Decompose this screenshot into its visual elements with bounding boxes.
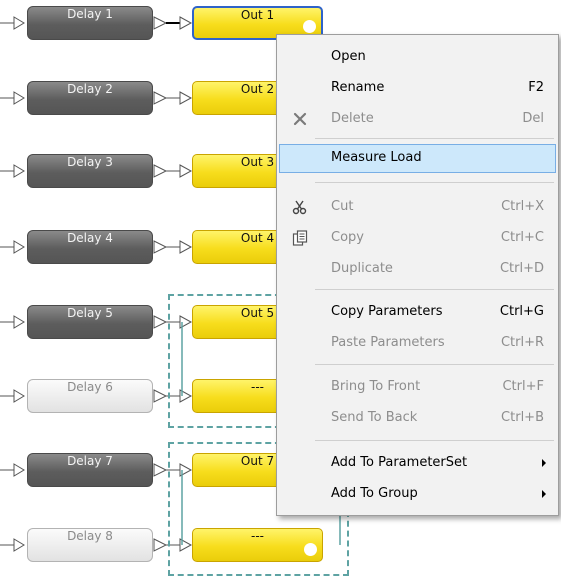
menu-separator <box>315 289 554 290</box>
copy-icon <box>292 230 308 246</box>
input-port-icon <box>13 240 25 254</box>
output-port-icon <box>153 164 168 178</box>
menu-item-duplicate[interactable]: Duplicate Ctrl+D <box>279 255 556 284</box>
block-label: --- <box>251 529 264 543</box>
output-block[interactable]: --- <box>192 528 323 562</box>
menu-item-label: Copy Parameters <box>331 304 443 319</box>
menu-item-copy-parameters[interactable]: Copy Parameters Ctrl+G <box>279 298 556 327</box>
delay-block[interactable]: Delay 1 <box>27 6 153 40</box>
menu-item-label: Send To Back <box>331 410 418 425</box>
block-label: Out 7 <box>240 454 275 468</box>
menu-item-shortcut: Ctrl+R <box>500 335 544 350</box>
menu-item-label: Add To ParameterSet <box>331 455 468 470</box>
output-port-icon <box>153 240 168 254</box>
delay-block[interactable]: Delay 5 <box>27 305 153 339</box>
delay-block[interactable]: Delay 4 <box>27 230 153 264</box>
menu-item-shortcut: Ctrl+G <box>499 304 544 319</box>
output-port-icon <box>153 16 168 30</box>
menu-separator <box>315 182 554 183</box>
menu-item-shortcut: Ctrl+B <box>501 410 544 425</box>
scissors-icon <box>292 200 307 215</box>
input-port-icon <box>179 164 193 178</box>
block-label: Out 4 <box>240 231 275 245</box>
submenu-arrow-icon <box>542 459 546 467</box>
block-label: Out 3 <box>240 155 275 169</box>
menu-item-label: Add To Group <box>331 486 418 501</box>
block-label: Out 2 <box>240 82 275 96</box>
menu-item-delete[interactable]: Delete Del <box>279 105 556 134</box>
menu-item-paste-parameters[interactable]: Paste Parameters Ctrl+R <box>279 329 556 358</box>
block-label: Delay 8 <box>67 529 113 543</box>
close-icon <box>293 112 307 126</box>
block-label: --- <box>251 380 264 394</box>
delay-block[interactable]: Delay 2 <box>27 81 153 115</box>
menu-item-label: Copy <box>331 230 364 245</box>
input-port-icon <box>13 315 25 329</box>
menu-item-copy[interactable]: Copy Ctrl+C <box>279 224 556 253</box>
menu-item-shortcut: Ctrl+F <box>502 379 544 394</box>
menu-item-shortcut: Ctrl+D <box>499 261 544 276</box>
menu-separator <box>315 138 554 139</box>
block-label: Delay 6 <box>67 380 113 394</box>
delay-block[interactable]: Delay 7 <box>27 453 153 487</box>
block-label: Delay 7 <box>67 454 113 468</box>
menu-item-send-to-back[interactable]: Send To Back Ctrl+B <box>279 404 556 433</box>
context-menu: Open Rename F2 Delete Del Measure Load C… <box>276 34 559 516</box>
block-label: Out 1 <box>240 8 275 22</box>
block-label: Delay 5 <box>67 306 113 320</box>
delay-block[interactable]: Delay 3 <box>27 154 153 188</box>
menu-item-label: Measure Load <box>331 150 422 165</box>
input-port-icon <box>13 538 25 552</box>
output-indicator <box>303 20 316 33</box>
menu-item-shortcut: Ctrl+C <box>500 230 544 245</box>
input-port-icon <box>179 91 193 105</box>
menu-item-label: Duplicate <box>331 261 393 276</box>
menu-item-measure-load[interactable]: Measure Load <box>279 144 556 173</box>
output-port-icon <box>153 315 168 329</box>
input-port-icon <box>13 164 25 178</box>
menu-item-label: Open <box>331 49 366 64</box>
menu-separator <box>315 440 554 441</box>
menu-item-cut[interactable]: Cut Ctrl+X <box>279 193 556 222</box>
menu-item-shortcut: Del <box>522 111 544 126</box>
output-port-icon <box>153 91 168 105</box>
input-port-icon <box>13 16 25 30</box>
input-port-icon <box>13 463 25 477</box>
menu-item-label: Paste Parameters <box>331 335 445 350</box>
input-port-icon <box>13 389 25 403</box>
menu-item-add-to-group[interactable]: Add To Group <box>279 480 556 509</box>
delay-block-inactive[interactable]: Delay 6 <box>27 379 153 413</box>
delay-block-inactive[interactable]: Delay 8 <box>27 528 153 562</box>
menu-item-open[interactable]: Open <box>279 43 556 72</box>
menu-item-add-to-parameterset[interactable]: Add To ParameterSet <box>279 449 556 478</box>
menu-item-bring-to-front[interactable]: Bring To Front Ctrl+F <box>279 373 556 402</box>
output-port-icon <box>153 389 168 403</box>
menu-item-label: Rename <box>331 80 385 95</box>
input-port-icon <box>179 240 193 254</box>
block-label: Delay 1 <box>67 7 113 21</box>
output-indicator <box>304 543 317 556</box>
menu-item-label: Delete <box>331 111 374 126</box>
menu-item-shortcut: Ctrl+X <box>501 199 544 214</box>
menu-separator <box>315 364 554 365</box>
block-label: Delay 4 <box>67 231 113 245</box>
block-label: Delay 3 <box>67 155 113 169</box>
block-label: Out 5 <box>240 306 275 320</box>
input-port-icon <box>179 16 193 30</box>
submenu-arrow-icon <box>542 490 546 498</box>
output-port-icon <box>153 463 168 477</box>
block-label: Delay 2 <box>67 82 113 96</box>
menu-item-shortcut: F2 <box>528 80 544 95</box>
menu-item-label: Bring To Front <box>331 379 421 394</box>
output-port-icon <box>153 538 168 552</box>
menu-item-rename[interactable]: Rename F2 <box>279 74 556 103</box>
menu-item-label: Cut <box>331 199 354 214</box>
input-port-icon <box>13 91 25 105</box>
